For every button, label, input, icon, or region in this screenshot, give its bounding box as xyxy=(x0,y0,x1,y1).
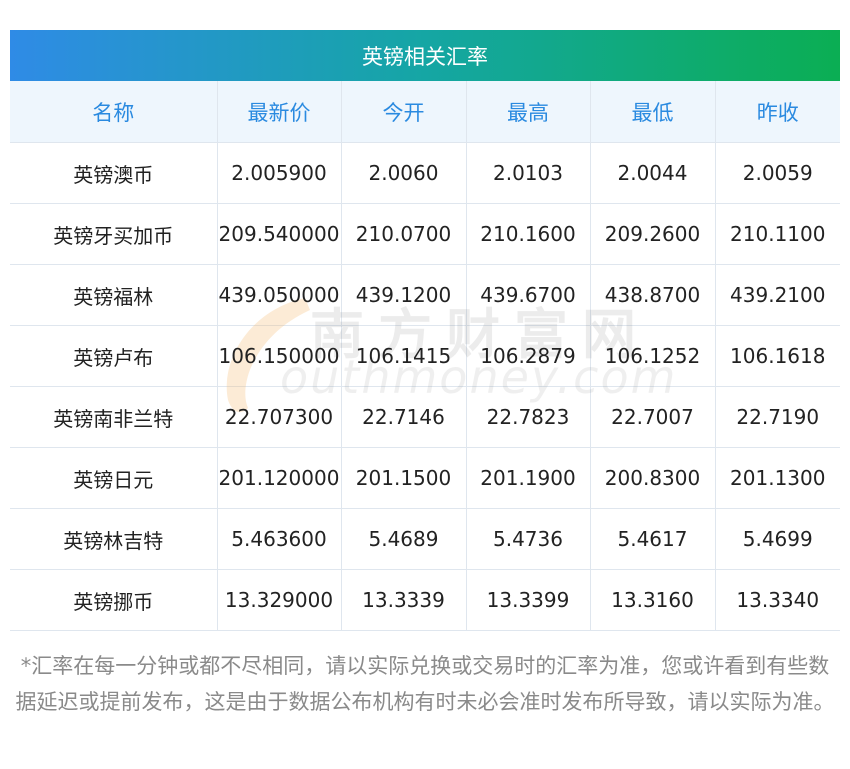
currency-name: 英镑日元 xyxy=(10,447,218,509)
table-row: 英镑福林 439.050000 439.1200 439.6700 438.87… xyxy=(10,264,840,326)
table-row: 英镑牙买加币 209.540000 210.0700 210.1600 209.… xyxy=(10,203,840,265)
low-value: 106.1252 xyxy=(590,325,716,387)
open-value: 13.3339 xyxy=(341,569,467,631)
currency-name: 英镑卢布 xyxy=(10,325,218,387)
column-header-latest: 最新价 xyxy=(217,81,342,143)
table-row: 英镑林吉特 5.463600 5.4689 5.4736 5.4617 5.46… xyxy=(10,508,840,570)
currency-name: 英镑澳币 xyxy=(10,142,218,204)
prev-close-value: 439.2100 xyxy=(715,264,840,326)
currency-name: 英镑林吉特 xyxy=(10,508,218,570)
high-value: 210.1600 xyxy=(466,203,591,265)
table-header-row: 名称 最新价 今开 最高 最低 昨收 xyxy=(10,81,840,143)
prev-close-value: 201.1300 xyxy=(715,447,840,509)
table-row: 英镑卢布 106.150000 106.1415 106.2879 106.12… xyxy=(10,325,840,387)
prev-close-value: 210.1100 xyxy=(715,203,840,265)
table-title-bar: 英镑相关汇率 xyxy=(10,30,840,81)
high-value: 201.1900 xyxy=(466,447,591,509)
open-value: 439.1200 xyxy=(341,264,467,326)
open-value: 201.1500 xyxy=(341,447,467,509)
prev-close-value: 2.0059 xyxy=(715,142,840,204)
latest-value: 5.463600 xyxy=(217,508,342,570)
currency-name: 英镑挪币 xyxy=(10,569,218,631)
table-row: 英镑日元 201.120000 201.1500 201.1900 200.83… xyxy=(10,447,840,509)
open-value: 22.7146 xyxy=(341,386,467,448)
table-row: 英镑南非兰特 22.707300 22.7146 22.7823 22.7007… xyxy=(10,386,840,448)
currency-name: 英镑牙买加币 xyxy=(10,203,218,265)
low-value: 5.4617 xyxy=(590,508,716,570)
column-header-prev-close: 昨收 xyxy=(715,81,840,143)
prev-close-value: 5.4699 xyxy=(715,508,840,570)
open-value: 2.0060 xyxy=(341,142,467,204)
low-value: 2.0044 xyxy=(590,142,716,204)
latest-value: 201.120000 xyxy=(217,447,342,509)
disclaimer-footnote: *汇率在每一分钟或都不尽相同，请以实际兑换或交易时的汇率为准，您或许看到有些数据… xyxy=(15,654,835,714)
high-value: 439.6700 xyxy=(466,264,591,326)
column-header-low: 最低 xyxy=(590,81,716,143)
prev-close-value: 106.1618 xyxy=(715,325,840,387)
open-value: 5.4689 xyxy=(341,508,467,570)
latest-value: 13.329000 xyxy=(217,569,342,631)
prev-close-value: 13.3340 xyxy=(715,569,840,631)
low-value: 13.3160 xyxy=(590,569,716,631)
low-value: 209.2600 xyxy=(590,203,716,265)
rates-table: 名称 最新价 今开 最高 最低 昨收 英镑澳币 2.005900 2.0060 … xyxy=(10,81,840,631)
latest-value: 106.150000 xyxy=(217,325,342,387)
latest-value: 22.707300 xyxy=(217,386,342,448)
open-value: 106.1415 xyxy=(341,325,467,387)
currency-name: 英镑南非兰特 xyxy=(10,386,218,448)
table-row: 英镑澳币 2.005900 2.0060 2.0103 2.0044 2.005… xyxy=(10,142,840,204)
high-value: 2.0103 xyxy=(466,142,591,204)
high-value: 106.2879 xyxy=(466,325,591,387)
open-value: 210.0700 xyxy=(341,203,467,265)
currency-name: 英镑福林 xyxy=(10,264,218,326)
column-header-high: 最高 xyxy=(466,81,591,143)
exchange-rate-page: 英镑相关汇率 南方财富网 outhmoney.com 名称 最新价 今开 最高 … xyxy=(0,0,850,769)
prev-close-value: 22.7190 xyxy=(715,386,840,448)
low-value: 200.8300 xyxy=(590,447,716,509)
column-header-name: 名称 xyxy=(10,81,218,143)
high-value: 13.3399 xyxy=(466,569,591,631)
column-header-open: 今开 xyxy=(341,81,467,143)
low-value: 22.7007 xyxy=(590,386,716,448)
table-row: 英镑挪币 13.329000 13.3339 13.3399 13.3160 1… xyxy=(10,569,840,631)
latest-value: 2.005900 xyxy=(217,142,342,204)
table-title: 英镑相关汇率 xyxy=(362,44,488,69)
high-value: 22.7823 xyxy=(466,386,591,448)
latest-value: 209.540000 xyxy=(217,203,342,265)
high-value: 5.4736 xyxy=(466,508,591,570)
low-value: 438.8700 xyxy=(590,264,716,326)
latest-value: 439.050000 xyxy=(217,264,342,326)
